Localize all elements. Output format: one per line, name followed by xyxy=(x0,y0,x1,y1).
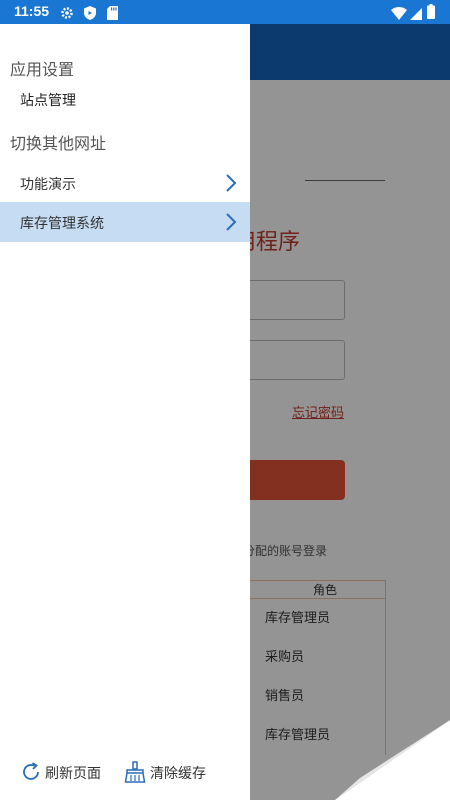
drawer-item-label: 库存管理系统 xyxy=(20,216,104,232)
drawer-item-label: 功能演示 xyxy=(20,177,76,193)
clear-cache-button[interactable]: 清除缓存 xyxy=(124,761,224,785)
refresh-page-button[interactable]: 刷新页面 xyxy=(20,761,110,785)
chevron-right-icon xyxy=(224,212,238,232)
refresh-page-label: 刷新页面 xyxy=(45,766,101,782)
drawer-item-label: 站点管理 xyxy=(20,93,76,109)
wifi-icon xyxy=(391,5,407,24)
navigation-drawer: 应用设置 站点管理 切换其他网址 功能演示 库存管理系统 刷新页面 清除缓存 xyxy=(0,24,250,800)
chevron-right-icon xyxy=(224,173,238,193)
status-time: 11:55 xyxy=(14,3,50,19)
section-title-app-settings: 应用设置 xyxy=(10,60,75,79)
battery-icon xyxy=(427,4,435,23)
page-curl-decoration xyxy=(335,720,450,800)
shield-icon xyxy=(84,5,96,24)
section-title-switch-site: 切换其他网址 xyxy=(10,134,107,153)
drawer-item-feature-demo[interactable]: 功能演示 xyxy=(0,163,250,203)
sd-card-icon xyxy=(107,5,118,24)
clear-cache-label: 清除缓存 xyxy=(150,766,206,782)
status-bar: 11:55 xyxy=(0,0,450,24)
drawer-item-inventory-system[interactable]: 库存管理系统 xyxy=(0,202,250,242)
refresh-icon xyxy=(20,761,42,783)
broom-icon xyxy=(124,761,146,783)
signal-icon xyxy=(410,5,422,24)
gear-icon xyxy=(60,5,74,24)
drawer-item-site-management[interactable]: 站点管理 xyxy=(0,79,250,119)
